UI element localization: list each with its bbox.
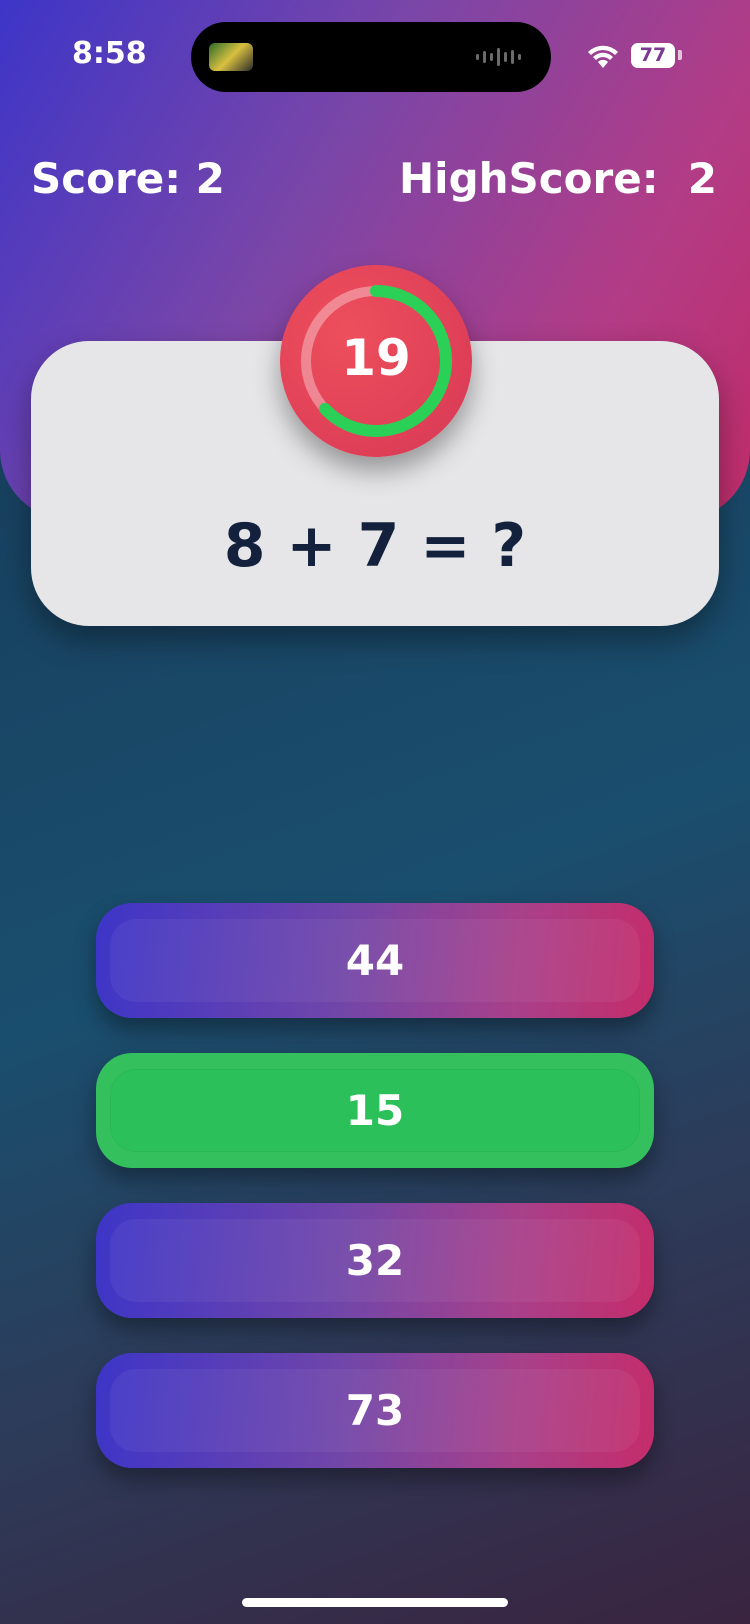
highscore-label: HighScore: 2 [399,154,717,203]
answer-option-4[interactable]: 73 [96,1353,654,1468]
countdown-timer: 19 [280,265,472,457]
question-text: 8 + 7 = ? [223,511,527,581]
answer-option-2[interactable]: 15 [96,1053,654,1168]
dynamic-island [191,22,551,92]
answer-option-1[interactable]: 44 [96,903,654,1018]
battery-cap [678,50,682,60]
answer-label: 44 [345,936,405,985]
wifi-icon [588,45,618,68]
answer-label: 32 [345,1236,405,1285]
now-playing-artwork [209,43,253,71]
score-label: Score: 2 [31,154,225,203]
audio-wave-icon [476,46,521,68]
quiz-screen: 8:58 77 Score: 2 HighScore: 2 8 + 7 = ? … [0,0,750,1624]
battery-indicator: 77 [631,43,675,68]
answer-option-3[interactable]: 32 [96,1203,654,1318]
answer-label: 73 [345,1386,405,1435]
timer-seconds: 19 [341,329,411,387]
status-time: 8:58 [72,36,147,71]
answer-label: 15 [345,1086,405,1135]
home-indicator[interactable] [242,1598,508,1607]
